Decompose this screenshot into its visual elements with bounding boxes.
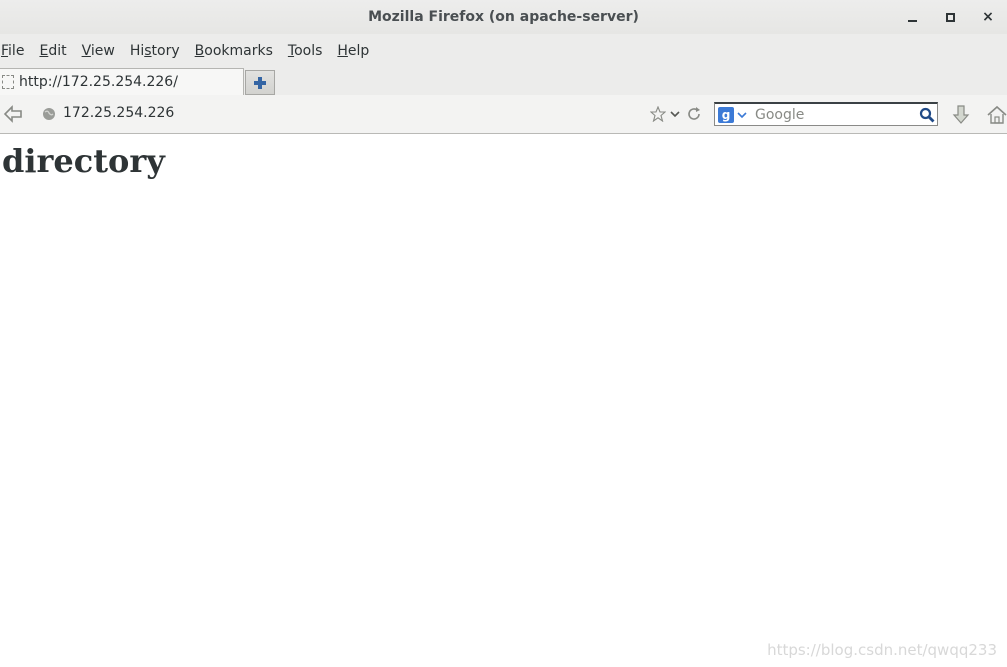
menu-item[interactable]: Help bbox=[336, 43, 369, 59]
menubar: File Edit View History Bookmarks Tools Help bbox=[0, 34, 1007, 68]
tab-title: http://172.25.254.226/ bbox=[19, 74, 178, 90]
url-bar[interactable]: 172.25.254.226 bbox=[63, 105, 174, 121]
window-title: Mozilla Firefox (on apache-server) bbox=[368, 9, 639, 25]
page-content: directory bbox=[0, 134, 1007, 667]
reload-icon[interactable] bbox=[686, 106, 702, 122]
menu-item[interactable]: History bbox=[129, 43, 180, 59]
tab-strip: http://172.25.254.226/ bbox=[0, 68, 1007, 95]
close-button[interactable]: × bbox=[969, 0, 1007, 34]
search-engine-icon[interactable]: g bbox=[718, 106, 734, 123]
chevron-down-icon[interactable] bbox=[670, 110, 680, 118]
maximize-icon bbox=[945, 12, 955, 22]
menu-item[interactable]: File bbox=[0, 43, 24, 59]
new-tab-button[interactable] bbox=[245, 70, 275, 95]
window-controls: × bbox=[893, 0, 1007, 34]
home-icon[interactable] bbox=[986, 104, 1007, 126]
star-icon[interactable] bbox=[650, 106, 666, 122]
navigation-toolbar: 172.25.254.226 g bbox=[0, 95, 1007, 134]
favicon-placeholder-icon bbox=[2, 75, 14, 89]
window-titlebar: Mozilla Firefox (on apache-server) × bbox=[0, 0, 1007, 34]
download-icon[interactable] bbox=[951, 104, 971, 126]
tab-active[interactable]: http://172.25.254.226/ bbox=[0, 68, 244, 95]
globe-icon bbox=[43, 108, 55, 120]
watermark: https://blog.csdn.net/qwqq233 bbox=[767, 641, 997, 659]
magnifier-icon[interactable] bbox=[919, 107, 935, 123]
back-arrow-icon[interactable] bbox=[2, 104, 24, 124]
menu-item[interactable]: Edit bbox=[38, 43, 66, 59]
menu-item[interactable]: View bbox=[81, 43, 115, 59]
minimize-icon bbox=[907, 20, 917, 22]
minimize-button[interactable] bbox=[893, 0, 931, 34]
menu-item[interactable]: Bookmarks bbox=[194, 43, 273, 59]
plus-icon bbox=[254, 76, 266, 89]
engine-chevron-down-icon[interactable] bbox=[737, 111, 747, 119]
page-heading: directory bbox=[2, 142, 165, 180]
menu-item[interactable]: Tools bbox=[287, 43, 323, 59]
maximize-button[interactable] bbox=[931, 0, 969, 34]
search-input[interactable] bbox=[755, 106, 915, 123]
search-box[interactable]: g bbox=[714, 102, 938, 126]
close-icon: × bbox=[982, 9, 994, 25]
